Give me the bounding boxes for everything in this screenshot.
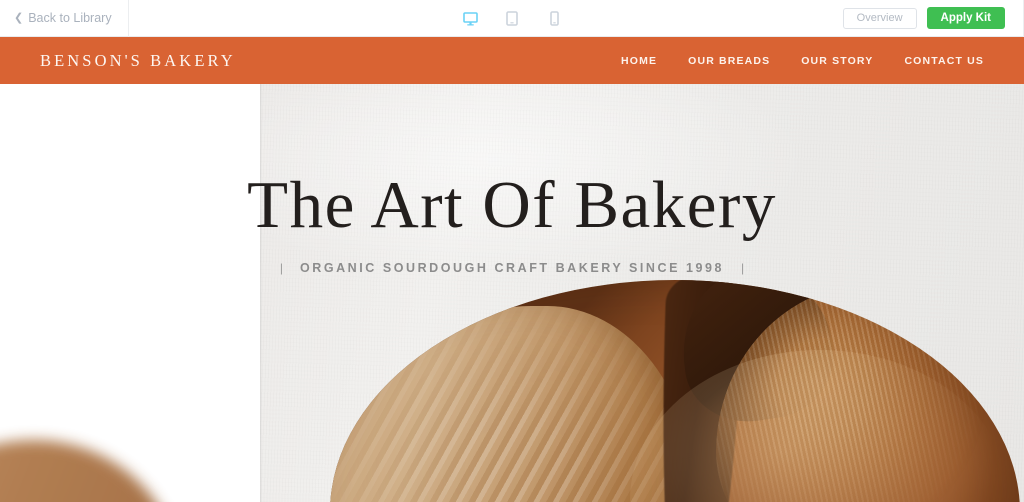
- back-to-library-label: Back to Library: [28, 11, 112, 25]
- nav-item-our-story[interactable]: OUR STORY: [801, 55, 873, 67]
- toolbar-right-group: Overview Apply Kit: [842, 0, 1024, 37]
- nav-item-our-breads[interactable]: OUR BREADS: [688, 55, 770, 67]
- sourdough-loaf-image: [330, 280, 1020, 502]
- chevron-left-icon: ❮: [14, 11, 24, 24]
- builder-toolbar: ❮ Back to Library Overview Apply Kit: [0, 0, 1024, 37]
- back-to-library-button[interactable]: ❮ Back to Library: [0, 0, 128, 36]
- foreground-blurred-loaf: [0, 440, 178, 502]
- device-toggle-desktop[interactable]: [460, 9, 480, 29]
- device-toggle-mobile[interactable]: [544, 9, 564, 29]
- toolbar-left-group: ❮ Back to Library: [0, 0, 129, 37]
- apply-kit-button[interactable]: Apply Kit: [926, 7, 1005, 29]
- site-nav: HOME OUR BREADS OUR STORY CONTACT US: [621, 55, 984, 67]
- overview-button[interactable]: Overview: [842, 7, 917, 29]
- nav-item-contact-us[interactable]: CONTACT US: [904, 55, 984, 67]
- site-logo[interactable]: BENSON'S BAKERY: [40, 51, 236, 71]
- photo-left-edge: [260, 84, 262, 502]
- builder-preview-screen: ❮ Back to Library Overview Apply Kit BEN…: [0, 0, 1024, 502]
- device-toggle-tablet[interactable]: [502, 9, 522, 29]
- site-header: BENSON'S BAKERY HOME OUR BREADS OUR STOR…: [0, 37, 1024, 84]
- hero-section: The Art Of Bakery | ORGANIC SOURDOUGH CR…: [0, 84, 1024, 502]
- hero-photo: [260, 84, 1024, 502]
- site-preview-frame: BENSON'S BAKERY HOME OUR BREADS OUR STOR…: [0, 37, 1024, 502]
- nav-item-home[interactable]: HOME: [621, 55, 657, 67]
- toolbar-divider-left: [127, 0, 129, 37]
